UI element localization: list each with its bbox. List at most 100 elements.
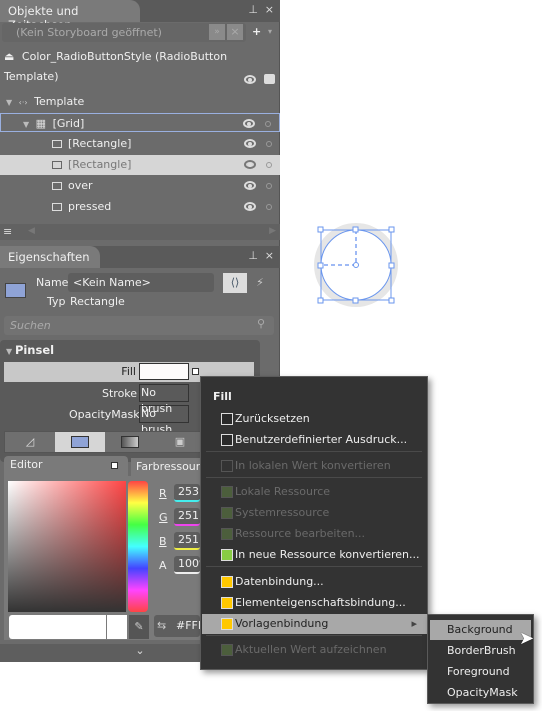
name-label: Name: [36, 276, 69, 289]
menu-item[interactable]: Zurücksetzen: [202, 409, 427, 429]
submenu-item[interactable]: OpacityMask: [430, 683, 531, 703]
dropdown-icon[interactable]: ▾: [268, 27, 272, 36]
opacitymask-label: OpacityMask: [69, 408, 140, 421]
menu-item-checkbox-icon: [221, 460, 233, 472]
expand-icon[interactable]: »: [209, 24, 225, 40]
template-binding-submenu: Background BorderBrush Foreground OpacityMa…: [427, 614, 534, 704]
tree-item-template[interactable]: ▼ ‹·› Template: [0, 92, 280, 112]
fill-label: Fill: [121, 365, 136, 378]
close-icon[interactable]: ×: [265, 3, 274, 16]
menu-item-checkbox-icon: [221, 413, 233, 425]
eye-icon[interactable]: [244, 75, 256, 84]
hue-slider[interactable]: [128, 481, 148, 612]
menu-separator: [206, 477, 422, 478]
eye-icon[interactable]: [243, 119, 255, 128]
eyedropper-icon[interactable]: ✎: [129, 615, 149, 639]
green-input[interactable]: 251: [174, 508, 200, 526]
advanced-options-icon[interactable]: [111, 462, 118, 469]
storyboard-picker[interactable]: (Kein Storyboard geöffnet) » ×: [2, 23, 246, 42]
menu-item-label: In neue Ressource konvertieren...: [235, 548, 420, 561]
tile-brush-tab[interactable]: ▣: [155, 432, 205, 452]
horizontal-scrollbar[interactable]: ≡ ◀ ▶: [0, 224, 280, 240]
lock-icon[interactable]: [264, 74, 275, 84]
expand-arrow-icon[interactable]: ▼: [23, 120, 29, 129]
menu-item[interactable]: Benutzerdefinierter Ausdruck...: [202, 430, 427, 450]
menu-item-checkbox-icon: [221, 576, 233, 588]
eye-icon[interactable]: [244, 139, 256, 148]
fill-context-menu: Fill Zurücksetzen Benutzerdefinierter Aus…: [200, 376, 428, 670]
pin-icon[interactable]: ⊥: [248, 3, 258, 16]
center-handle: [353, 262, 359, 268]
menu-item-label: Aktuellen Wert aufzeichnen: [235, 643, 387, 656]
lock-toggle[interactable]: [265, 121, 271, 127]
tree-item-pressed[interactable]: pressed: [0, 197, 280, 217]
lock-toggle[interactable]: [266, 204, 272, 210]
scope-up-icon[interactable]: ⏏: [4, 50, 14, 63]
mouse-cursor-icon: ➤: [519, 628, 535, 649]
search-input[interactable]: Suchen: [4, 316, 274, 335]
menu-item-label: Lokale Ressource: [235, 485, 331, 498]
name-input[interactable]: <Kein Name>: [68, 273, 214, 292]
lock-toggle[interactable]: [266, 162, 272, 168]
color-field[interactable]: [8, 481, 126, 612]
tree-label: Template: [34, 95, 85, 108]
color-editor: ✎ R 253 G 251 B 251 A 100% #FFF ⇆: [4, 476, 204, 640]
tree-label: pressed: [68, 200, 112, 213]
expand-arrow-icon[interactable]: ▼: [6, 98, 12, 107]
new-color-preview: [9, 615, 106, 639]
opacitymask-value[interactable]: No brush: [139, 405, 189, 436]
brush-type-tabs: ◿ ▣: [4, 431, 204, 453]
menu-item[interactable]: Vorlagenbindung ▸: [202, 614, 427, 634]
properties-view-icon[interactable]: ⟨⟩: [223, 273, 247, 293]
submenu-item[interactable]: BorderBrush: [430, 641, 531, 661]
advanced-options-icon[interactable]: [192, 368, 199, 375]
solid-brush-tab[interactable]: [55, 432, 105, 452]
no-brush-tab[interactable]: ◿: [5, 432, 55, 452]
menu-item-label: Ressource bearbeiten...: [235, 527, 366, 540]
menu-item[interactable]: Elementeigenschaftsbindung...: [202, 593, 427, 613]
tree-item-over[interactable]: over: [0, 176, 280, 196]
add-icon[interactable]: +: [252, 25, 261, 38]
pin-icon[interactable]: ⊥: [248, 249, 258, 262]
scroll-right-icon[interactable]: ▶: [269, 226, 276, 236]
menu-item: Systemressource: [202, 503, 427, 523]
submenu-item[interactable]: Background: [430, 620, 531, 640]
rectangle-icon: [52, 140, 62, 148]
tree-item-rectangle-selected[interactable]: [Rectangle]: [0, 155, 280, 175]
layers-icon[interactable]: ≡: [3, 225, 12, 238]
pinsel-header[interactable]: ▼ Pinsel: [6, 343, 54, 357]
properties-panel-title: Eigenschaften: [0, 246, 100, 268]
tree-item-grid[interactable]: ▼ ▦ [Grid]: [0, 113, 280, 132]
lock-toggle[interactable]: [266, 141, 272, 147]
eye-icon[interactable]: [244, 202, 256, 211]
scroll-left-icon[interactable]: ◀: [28, 226, 35, 236]
close-icon[interactable]: ×: [265, 249, 274, 262]
resources-tab[interactable]: Farbressourcen: [131, 458, 201, 476]
eye-icon[interactable]: [244, 181, 256, 190]
menu-item[interactable]: In neue Ressource konvertieren...: [202, 545, 427, 565]
scope-row[interactable]: ⏏ Color_RadioButtonStyle (RadioButton Te…: [0, 47, 280, 83]
submenu-item[interactable]: Foreground: [430, 662, 531, 682]
menu-item-checkbox-icon: [221, 486, 233, 498]
lock-toggle[interactable]: [266, 183, 272, 189]
alpha-input[interactable]: 100%: [174, 556, 200, 574]
menu-item-label: Datenbindung...: [235, 575, 324, 588]
stroke-value[interactable]: No brush: [139, 384, 189, 415]
menu-item-checkbox-icon: [221, 597, 233, 609]
menu-separator: [206, 451, 422, 452]
blue-input[interactable]: 251: [174, 532, 200, 550]
editor-tab[interactable]: Editor: [4, 456, 128, 476]
eye-icon[interactable]: [244, 160, 256, 169]
gradient-brush-tab[interactable]: [105, 432, 155, 452]
close-storyboard-icon[interactable]: ×: [227, 24, 243, 40]
fill-swatch[interactable]: [139, 363, 189, 380]
artboard-radio-preview[interactable]: [310, 220, 405, 315]
red-input[interactable]: 253: [174, 484, 200, 502]
swap-icon[interactable]: ⇆: [157, 619, 166, 632]
events-icon[interactable]: ⚡: [248, 273, 272, 293]
menu-item-checkbox-icon: [221, 507, 233, 519]
tree-item-rectangle[interactable]: [Rectangle]: [0, 134, 280, 154]
stroke-label: Stroke: [102, 387, 138, 400]
menu-item-label: Benutzerdefinierter Ausdruck...: [235, 433, 408, 446]
menu-item[interactable]: Datenbindung...: [202, 572, 427, 592]
